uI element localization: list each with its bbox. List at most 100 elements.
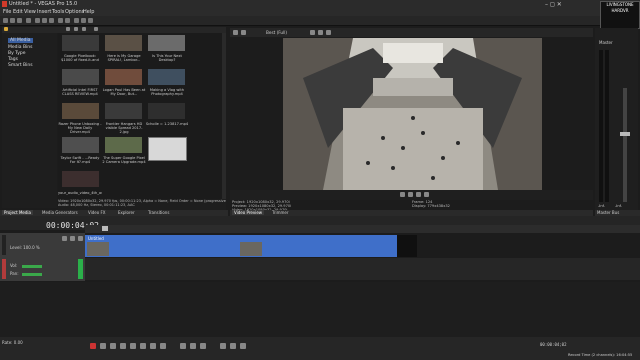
split-screen-icon[interactable] xyxy=(241,30,246,35)
timeline-play-icon[interactable] xyxy=(120,343,126,349)
new-icon[interactable] xyxy=(3,18,8,23)
tree-item-smart-bins[interactable]: Smart Bins xyxy=(8,63,33,68)
explorer-scrollbar[interactable] xyxy=(222,33,226,203)
media-thumbnail[interactable] xyxy=(105,69,142,85)
media-thumbnail[interactable] xyxy=(148,103,185,119)
vegas-app-icon xyxy=(2,1,7,7)
media-thumbnail[interactable] xyxy=(105,137,142,153)
tab-transitions[interactable]: Transitions xyxy=(148,210,169,215)
save-icon[interactable] xyxy=(17,18,22,23)
tab-trimmer[interactable]: Trimmer xyxy=(272,210,289,215)
preview-quality-select[interactable]: Best (Full) xyxy=(266,30,287,35)
lock-envelopes-icon[interactable] xyxy=(240,343,246,349)
preview-settings-icon[interactable] xyxy=(233,30,238,35)
tab-video-fx[interactable]: Video FX xyxy=(88,210,106,215)
master-bus-panel: Master -Inf. -Inf. xyxy=(595,28,638,218)
play-icon[interactable] xyxy=(400,192,405,197)
copy-snapshot-icon[interactable] xyxy=(318,30,323,35)
tab-master-bus[interactable]: Master Bus xyxy=(597,210,619,215)
pause-icon[interactable] xyxy=(408,192,413,197)
menu-tools[interactable]: Tools xyxy=(52,9,64,15)
master-label: Master xyxy=(599,40,613,45)
media-thumbnail[interactable] xyxy=(62,137,99,153)
media-thumbnail[interactable] xyxy=(148,35,185,51)
normal-edit-tool-icon[interactable] xyxy=(180,343,186,349)
media-thumbnail[interactable] xyxy=(148,69,185,85)
video-clip[interactable]: Untitled xyxy=(85,235,397,257)
timeline-stop-icon[interactable] xyxy=(140,343,146,349)
redo-icon[interactable] xyxy=(65,18,70,23)
tab-media-generators[interactable]: Media Generators xyxy=(42,210,78,215)
master-fader-handle[interactable] xyxy=(620,132,630,136)
tree-item-tags[interactable]: Tags xyxy=(8,57,18,62)
menu-edit[interactable]: Edit xyxy=(13,9,23,15)
master-fader[interactable] xyxy=(623,88,627,202)
snapping-icon[interactable] xyxy=(220,343,226,349)
display-label: Display: xyxy=(412,204,427,208)
media-info: Video: 1920x1080x32, 29.970 fps, 00:00:1… xyxy=(58,199,226,210)
explorer-import-icon[interactable] xyxy=(74,27,78,31)
media-thumbnail[interactable] xyxy=(62,35,99,51)
track-fx-icon[interactable] xyxy=(62,236,67,241)
tree-item-by-type[interactable]: By Type xyxy=(8,51,26,56)
volume-slider[interactable] xyxy=(22,265,42,268)
track-level[interactable]: Level: 100.0 % xyxy=(10,245,40,250)
folder-icon[interactable] xyxy=(4,27,8,31)
window-title: Untitled * - VEGAS Pro 15.0 xyxy=(9,1,78,7)
master-level-right: -Inf. xyxy=(615,204,622,208)
menu-view[interactable]: View xyxy=(24,9,36,15)
save-snapshot-icon[interactable] xyxy=(326,30,331,35)
explorer-search-icon[interactable] xyxy=(94,27,98,31)
timeline-pause-icon[interactable] xyxy=(130,343,136,349)
timeline-ruler[interactable] xyxy=(85,225,640,233)
tree-item-all-media[interactable]: All Media xyxy=(8,38,33,43)
tab-explorer[interactable]: Explorer xyxy=(118,210,135,215)
media-thumbnail[interactable] xyxy=(105,103,142,119)
media-thumbnail[interactable] xyxy=(105,35,142,51)
envelope-tool-icon[interactable] xyxy=(81,18,86,23)
menu-insert[interactable]: Insert xyxy=(37,9,51,15)
media-thumbnail[interactable] xyxy=(62,103,99,119)
play-from-start-icon[interactable] xyxy=(110,343,116,349)
tree-item-media-bins[interactable]: Media Bins xyxy=(8,45,32,50)
clip-end-region xyxy=(397,235,417,257)
menu-file[interactable]: File xyxy=(3,9,11,15)
explorer-delete-icon[interactable] xyxy=(82,27,86,31)
tab-project-media[interactable]: Project Media xyxy=(2,210,33,215)
go-to-end-icon[interactable] xyxy=(160,343,166,349)
menu-options[interactable]: Options xyxy=(65,9,84,15)
go-to-start-icon[interactable] xyxy=(150,343,156,349)
tab-video-preview[interactable]: Video Preview xyxy=(232,210,265,215)
properties-icon[interactable] xyxy=(26,18,31,23)
loop-icon[interactable] xyxy=(424,192,429,197)
media-thumbnail-selected[interactable] xyxy=(148,137,187,161)
track-mute-icon[interactable] xyxy=(70,236,75,241)
menu-help[interactable]: Help xyxy=(83,9,94,15)
audio-track-lane[interactable] xyxy=(85,258,640,280)
record-icon[interactable] xyxy=(90,343,96,349)
copy-icon[interactable] xyxy=(42,18,47,23)
master-meter-left xyxy=(599,50,603,202)
playhead-marker[interactable] xyxy=(102,226,108,231)
auto-ripple-icon[interactable] xyxy=(230,343,236,349)
window-controls[interactable]: – ◻ ✕ xyxy=(545,1,562,8)
media-thumbnail[interactable] xyxy=(62,69,99,85)
overlays-icon[interactable] xyxy=(310,30,315,35)
stop-icon[interactable] xyxy=(416,192,421,197)
track-solo-icon[interactable] xyxy=(78,236,83,241)
selection-tool-icon[interactable] xyxy=(200,343,206,349)
loop-playback-icon[interactable] xyxy=(100,343,106,349)
envelope-edit-tool-icon[interactable] xyxy=(190,343,196,349)
pan-slider[interactable] xyxy=(22,273,42,276)
cut-icon[interactable] xyxy=(35,18,40,23)
explorer-view-icon[interactable] xyxy=(66,27,70,31)
open-icon[interactable] xyxy=(10,18,15,23)
edit-tool-icon[interactable] xyxy=(74,18,79,23)
paste-icon[interactable] xyxy=(49,18,54,23)
timeline-empty-area[interactable] xyxy=(0,282,640,337)
undo-icon[interactable] xyxy=(58,18,63,23)
clip-thumbnail-mid xyxy=(240,242,262,256)
end-time[interactable]: 00:00:04;02 xyxy=(540,342,567,347)
split-icon[interactable] xyxy=(88,18,93,23)
media-thumbnail[interactable] xyxy=(62,171,99,187)
